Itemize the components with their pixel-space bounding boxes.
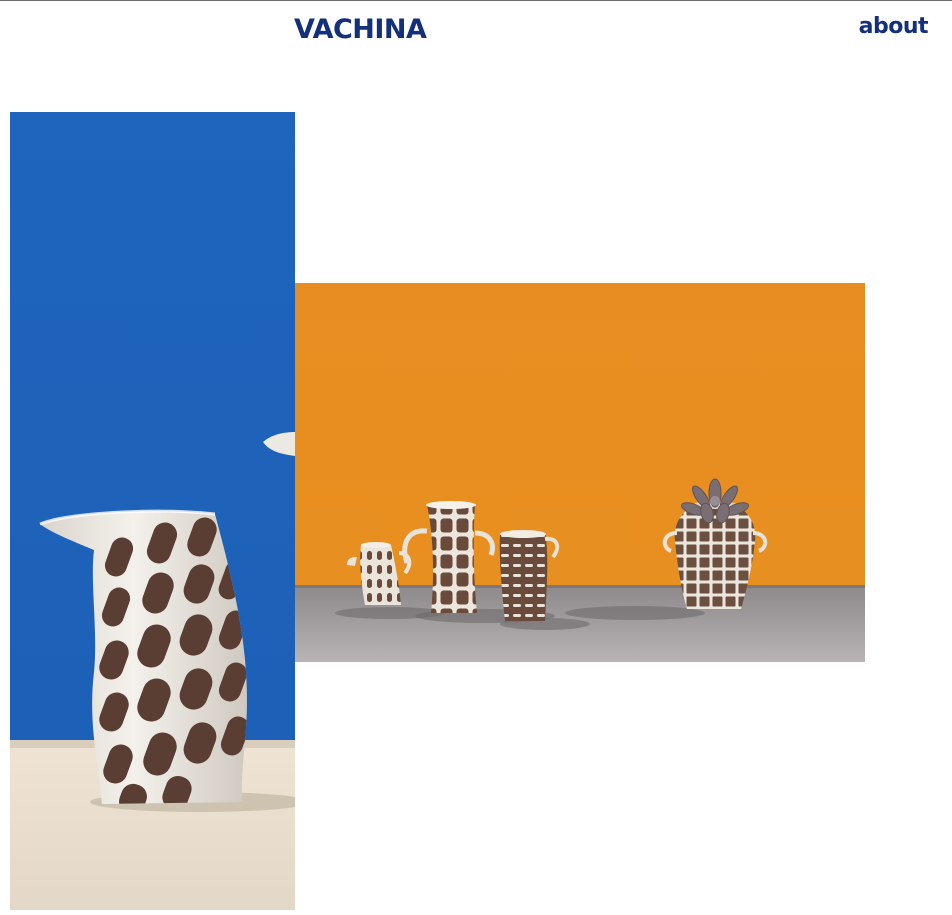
site-logo[interactable]: VACHINA <box>294 14 427 46</box>
top-divider <box>0 0 952 1</box>
orange-backdrop-pottery-group-photo[interactable] <box>295 283 865 662</box>
blue-backdrop-vase-photo[interactable] <box>10 112 295 910</box>
nav-about-link[interactable]: about <box>859 14 929 40</box>
